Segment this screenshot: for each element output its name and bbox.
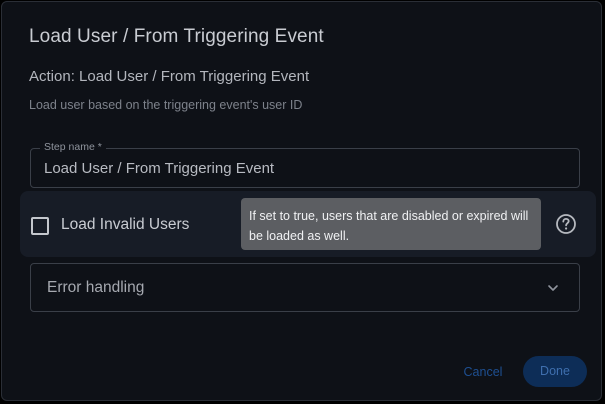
step-name-label: Step name * (40, 141, 106, 153)
help-tooltip: If set to true, users that are disabled … (241, 198, 541, 250)
step-name-input[interactable]: Load User / From Triggering Event (44, 160, 274, 177)
action-subtitle: Action: Load User / From Triggering Even… (29, 68, 310, 85)
load-invalid-users-row: Load Invalid Users If set to true, users… (20, 191, 596, 257)
error-handling-label: Error handling (47, 279, 145, 296)
step-name-field[interactable]: Step name * Load User / From Triggering … (30, 141, 580, 188)
action-description: Load user based on the triggering event'… (29, 98, 303, 112)
load-user-dialog: Load User / From Triggering Event Action… (1, 1, 602, 401)
chevron-down-icon[interactable] (546, 281, 560, 295)
load-invalid-users-label[interactable]: Load Invalid Users (61, 216, 189, 234)
cancel-button[interactable]: Cancel (451, 357, 515, 387)
dialog-title: Load User / From Triggering Event (29, 26, 324, 47)
error-handling-accordion[interactable]: Error handling (30, 263, 580, 312)
help-circle-icon[interactable] (555, 213, 577, 235)
load-invalid-users-checkbox[interactable] (31, 217, 49, 235)
done-button[interactable]: Done (523, 356, 587, 387)
